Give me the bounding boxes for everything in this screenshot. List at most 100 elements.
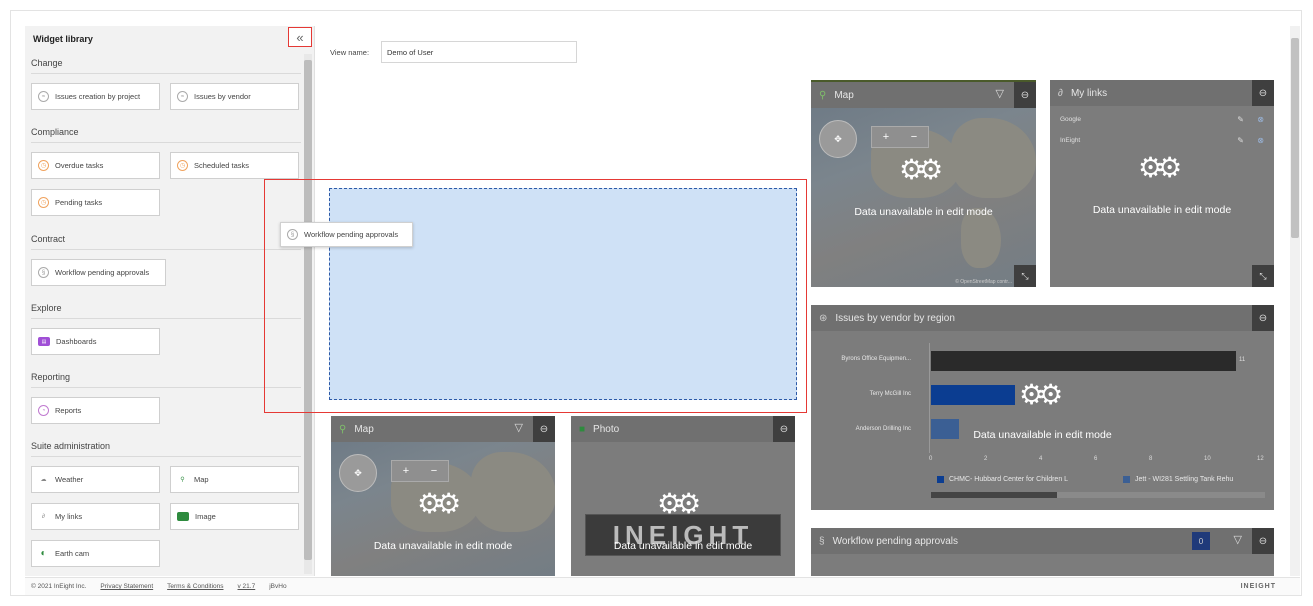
tile-label: My links xyxy=(55,512,83,521)
remove-widget-button[interactable]: ⊖ xyxy=(533,416,555,442)
tile-pending-tasks[interactable]: ◷ Pending tasks xyxy=(31,189,160,216)
axis-tick: 6 xyxy=(1094,456,1098,462)
photo-widget[interactable]: ■ Photo ⊖ INEIGHT ⚙⚙ Data unavailable in … xyxy=(571,416,795,576)
map-widget-top[interactable]: ⚲ Map ▽ ⊖ ✥ + − ⚙⚙ Data unavailable in edi… xyxy=(811,80,1036,287)
terms-link[interactable]: Terms & Conditions xyxy=(167,583,223,590)
widget-header: ∂ My links xyxy=(1050,80,1274,106)
tile-overdue-tasks[interactable]: ◷ Overdue tasks xyxy=(31,152,160,179)
issues-by-vendor-by-region-widget[interactable]: ⊛ Issues by vendor by region ⊖ Byrons Off… xyxy=(811,305,1274,510)
workflow-pending-approvals-widget[interactable]: § Workflow pending approvals 0 ▽ ⊖ xyxy=(811,528,1274,576)
footer: © 2021 InEight Inc. Privacy Statement Te… xyxy=(25,577,1300,595)
link-label: InEight xyxy=(1060,136,1081,144)
tile-my-links[interactable]: ∂ My links xyxy=(31,503,160,530)
tile-issues-creation-by-project[interactable]: ≈ Issues creation by project xyxy=(31,83,160,110)
resize-icon: ⤡ xyxy=(1259,270,1267,281)
weather-icon: ☁ xyxy=(40,477,47,483)
tile-label: Reports xyxy=(55,406,82,415)
legend-scroll-thumb[interactable] xyxy=(931,492,1057,498)
filter-icon[interactable]: ▽ xyxy=(515,421,523,434)
bar-value-label: 11 xyxy=(1239,357,1246,363)
remove-widget-button[interactable]: ⊖ xyxy=(1014,82,1036,108)
bar xyxy=(931,351,1236,371)
main-scroll-thumb[interactable] xyxy=(1291,38,1299,238)
unavailable-message: Data unavailable in edit mode xyxy=(373,540,513,552)
resize-handle[interactable]: ⤡ xyxy=(1252,265,1274,287)
legend-swatch xyxy=(1123,476,1130,483)
bar xyxy=(931,385,1015,405)
zoom-in-icon[interactable]: + xyxy=(403,465,409,477)
legend-label: Jett - WI281 Settling Tank Rehu xyxy=(1135,476,1234,483)
pan-control[interactable]: ✥ xyxy=(339,454,377,492)
widget-title: Issues by vendor by region xyxy=(835,312,955,324)
workflow-icon: § xyxy=(287,229,298,240)
dragged-widget-tile[interactable]: § Workflow pending approvals xyxy=(280,222,413,247)
section-compliance: Compliance xyxy=(31,127,79,137)
unavailable-message: Data unavailable in edit mode xyxy=(1092,204,1232,216)
section-explore: Explore xyxy=(31,303,62,313)
minus-circle-icon: ⊖ xyxy=(1258,535,1268,547)
build-id: jBvHo xyxy=(269,583,287,590)
remove-widget-button[interactable]: ⊖ xyxy=(1252,305,1274,331)
tile-reports[interactable]: ◔ Reports xyxy=(31,397,160,424)
link-item[interactable]: Google ✎ ⊗ xyxy=(1060,112,1264,126)
minus-circle-icon: ⊖ xyxy=(1258,312,1268,324)
map-area: ✥ + − ⚙⚙ Data unavailable in edit mode xyxy=(331,442,555,576)
legend-swatch xyxy=(937,476,944,483)
remove-link-icon[interactable]: ⊗ xyxy=(1257,136,1264,145)
bar-label: Byrons Office Equipmen... xyxy=(841,356,911,362)
zoom-controls[interactable]: + − xyxy=(871,126,929,148)
remove-link-icon[interactable]: ⊗ xyxy=(1257,115,1264,124)
filter-icon[interactable]: ▽ xyxy=(1234,533,1242,546)
minus-circle-icon: ⊖ xyxy=(539,423,549,435)
zoom-controls[interactable]: + − xyxy=(391,460,449,482)
dragged-widget-label: Workflow pending approvals xyxy=(304,230,399,239)
issue-icon: ≈ xyxy=(177,91,188,102)
divider xyxy=(31,73,301,74)
view-name-input[interactable]: Demo of User xyxy=(381,41,577,63)
collapse-panel-button[interactable]: « xyxy=(288,27,312,47)
tile-weather[interactable]: ☁ Weather xyxy=(31,466,160,493)
tile-issues-by-vendor[interactable]: ≈ Issues by vendor xyxy=(170,83,299,110)
edit-link-icon[interactable]: ✎ xyxy=(1237,136,1244,145)
tile-image[interactable]: Image xyxy=(170,503,299,530)
remove-widget-button[interactable]: ⊖ xyxy=(1252,80,1274,106)
tile-label: Pending tasks xyxy=(55,198,103,207)
zoom-out-icon[interactable]: − xyxy=(431,465,437,477)
link-label: Google xyxy=(1060,115,1081,123)
axis-tick: 2 xyxy=(984,456,988,462)
privacy-link[interactable]: Privacy Statement xyxy=(100,583,153,590)
widget-title: Map xyxy=(354,423,374,435)
zoom-out-icon[interactable]: − xyxy=(911,131,917,143)
map-widget-bottom[interactable]: ⚲ Map ▽ ⊖ ✥ + − ⚙⚙ Data unavailable in edi… xyxy=(331,416,555,576)
tile-map[interactable]: ⚲ Map xyxy=(170,466,299,493)
tile-workflow-pending-approvals[interactable]: § Workflow pending approvals xyxy=(31,259,166,286)
pan-control[interactable]: ✥ xyxy=(819,120,857,158)
link-icon: ∂ xyxy=(1058,87,1063,99)
filter-icon[interactable]: ▽ xyxy=(996,87,1004,100)
camera-icon xyxy=(177,512,189,521)
minus-circle-icon: ⊖ xyxy=(1020,89,1030,101)
remove-widget-button[interactable]: ⊖ xyxy=(773,416,795,442)
link-item[interactable]: InEight ✎ ⊗ xyxy=(1060,133,1264,147)
tile-earth-cam[interactable]: ◐ Earth cam xyxy=(31,540,160,567)
widget-title: Photo xyxy=(593,423,620,435)
osm-attribution: © OpenStreetMap contr... xyxy=(955,279,1012,285)
zoom-in-icon[interactable]: + xyxy=(883,131,889,143)
legend-item: CHMC- Hubbard Center for Children L xyxy=(937,476,1068,483)
map-pin-icon: ⚲ xyxy=(339,423,347,435)
tile-label: Issues by vendor xyxy=(194,92,251,101)
widget-header: ⊛ Issues by vendor by region xyxy=(811,305,1274,331)
clock-icon: ◷ xyxy=(38,160,49,171)
tile-dashboards[interactable]: ▤ Dashboards xyxy=(31,328,160,355)
main-scrollbar[interactable] xyxy=(1290,26,1300,576)
my-links-widget[interactable]: ∂ My links ⊖ Google ✎ ⊗ InEight ✎ ⊗ ⚙⚙ Data u… xyxy=(1050,80,1274,287)
edit-link-icon[interactable]: ✎ xyxy=(1237,115,1244,124)
legend-item: Jett - WI281 Settling Tank Rehu xyxy=(1123,476,1233,483)
tile-label: Dashboards xyxy=(56,337,97,346)
remove-widget-button[interactable]: ⊖ xyxy=(1252,528,1274,554)
resize-handle[interactable]: ⤡ xyxy=(1014,265,1036,287)
tile-scheduled-tasks[interactable]: ◷ Scheduled tasks xyxy=(170,152,299,179)
legend-scrollbar[interactable] xyxy=(931,492,1265,498)
version-link[interactable]: v 21.7 xyxy=(238,583,256,590)
widget-header: ■ Photo xyxy=(571,416,795,442)
